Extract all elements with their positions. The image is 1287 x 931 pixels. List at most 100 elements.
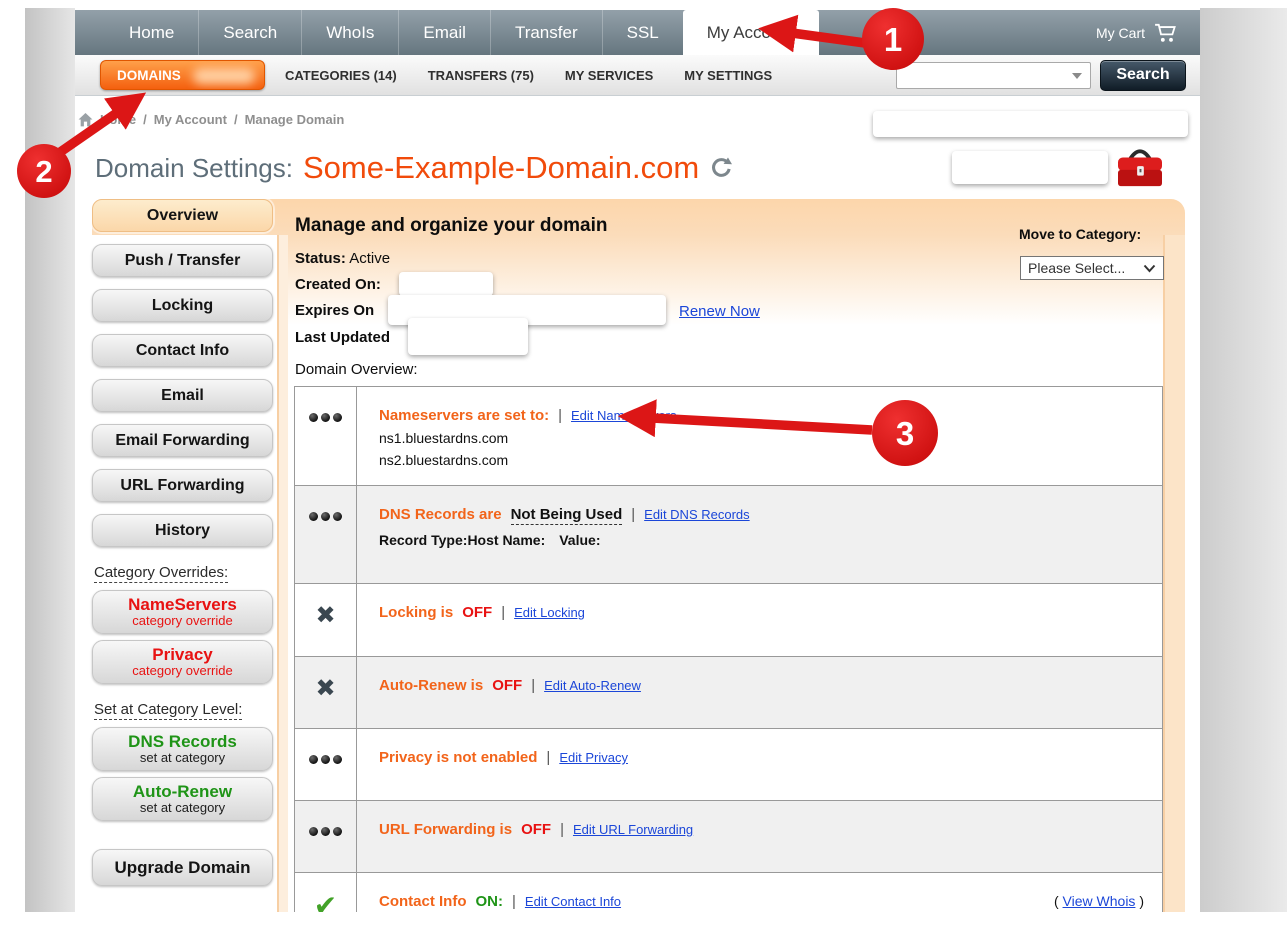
domain-overview-table: Nameservers are set to: | Edit NameServe…	[294, 386, 1163, 931]
my-cart-button[interactable]: My Cart	[1096, 10, 1200, 55]
upgrade-domain-button[interactable]: Upgrade Domain	[92, 849, 273, 886]
my-cart-label: My Cart	[1096, 25, 1145, 41]
dns-record-columns: Record Type:Host Name:Value:	[379, 532, 1146, 548]
sidebar-item-push-transfer[interactable]: Push / Transfer	[92, 244, 273, 277]
subnav-item-transfers[interactable]: TRANSFERS (75)	[417, 68, 545, 83]
tab-whois[interactable]: WhoIs	[301, 10, 398, 55]
row-icon-cell	[295, 387, 357, 485]
sidebar-item-email-forwarding[interactable]: Email Forwarding	[92, 424, 273, 457]
redaction-box	[399, 272, 493, 296]
edit-url-forwarding-link[interactable]: Edit URL Forwarding	[573, 822, 693, 837]
subnav-item-domains[interactable]: DOMAINS	[100, 60, 265, 90]
row-icon-cell	[295, 729, 357, 800]
row-status: OFF	[492, 677, 522, 694]
separator: |	[558, 407, 562, 424]
edit-auto-renew-link[interactable]: Edit Auto-Renew	[544, 678, 641, 693]
expires-line: Expires On	[295, 302, 374, 319]
sidebar-item-locking[interactable]: Locking	[92, 289, 273, 322]
search-button[interactable]: Search	[1100, 60, 1186, 91]
view-whois-link[interactable]: View Whois	[1063, 893, 1136, 909]
category-overrides-label: Category Overrides:	[94, 564, 273, 581]
row-icon-cell	[295, 486, 357, 583]
cart-icon	[1154, 23, 1178, 43]
edit-locking-link[interactable]: Edit Locking	[514, 605, 585, 620]
override-subtitle: category override	[132, 664, 232, 678]
row-title: URL Forwarding is	[379, 821, 512, 838]
separator: |	[631, 506, 635, 523]
row-icon-cell	[295, 801, 357, 872]
edit-nameservers-link[interactable]: Edit NameServers	[571, 408, 676, 423]
tab-ssl[interactable]: SSL	[602, 10, 683, 55]
row-status: OFF	[521, 821, 551, 838]
table-row-dns-records: DNS Records are Not Being Used | Edit DN…	[295, 485, 1162, 583]
table-row-locking: Locking is OFF | Edit Locking	[295, 583, 1162, 656]
search-input[interactable]	[900, 64, 1068, 87]
redaction-box	[952, 151, 1108, 184]
category-subtitle: set at category	[140, 801, 225, 815]
override-title: Privacy	[152, 646, 213, 665]
override-subtitle: category override	[132, 614, 232, 628]
account-subnav: DOMAINS CATEGORIES (14) TRANSFERS (75) M…	[75, 55, 1200, 96]
row-title: Privacy is not enabled	[379, 749, 537, 766]
edit-contact-info-link[interactable]: Edit Contact Info	[525, 894, 621, 909]
table-row-nameservers: Nameservers are set to: | Edit NameServe…	[295, 387, 1162, 485]
separator: |	[531, 677, 535, 694]
edit-dns-records-link[interactable]: Edit DNS Records	[644, 507, 749, 522]
breadcrumb-current: Manage Domain	[245, 112, 345, 127]
category-subtitle: set at category	[140, 751, 225, 765]
table-row-url-forwarding: URL Forwarding is OFF | Edit URL Forward…	[295, 800, 1162, 872]
main-heading: Manage and organize your domain	[295, 215, 608, 237]
domain-name: Some-Example-Domain.com	[303, 150, 699, 186]
domains-label: DOMAINS	[117, 68, 181, 83]
created-label: Created On:	[295, 276, 381, 293]
breadcrumb-separator: /	[143, 112, 147, 127]
sidebar-item-dns-records-category[interactable]: DNS Records set at category	[92, 727, 273, 771]
row-status: ON:	[476, 893, 504, 910]
toolbox-icon[interactable]	[1115, 146, 1165, 190]
combobox-dropdown-icon[interactable]	[1072, 73, 1082, 79]
tab-transfer[interactable]: Transfer	[490, 10, 602, 55]
dots-icon	[308, 413, 344, 422]
category-select[interactable]: Please Select...	[1020, 256, 1164, 280]
dots-icon	[308, 512, 344, 521]
home-icon	[78, 113, 93, 127]
subnav-item-categories[interactable]: CATEGORIES (14)	[274, 68, 408, 83]
breadcrumb-home[interactable]: Home	[100, 112, 136, 127]
cross-icon	[315, 676, 335, 700]
right-gray-margin	[1200, 8, 1287, 912]
sidebar-item-overview[interactable]: Overview	[92, 199, 273, 232]
edit-privacy-link[interactable]: Edit Privacy	[559, 750, 628, 765]
sidebar-item-history[interactable]: History	[92, 514, 273, 547]
sidebar-item-contact-info[interactable]: Contact Info	[92, 334, 273, 367]
status-label: Status:	[295, 250, 346, 267]
row-title: Auto-Renew is	[379, 677, 483, 694]
updated-line: Last Updated	[295, 329, 390, 346]
set-at-category-label: Set at Category Level:	[94, 701, 273, 718]
renew-now-link[interactable]: Renew Now	[679, 303, 760, 320]
nameserver-value: ns1.bluestardns.com	[379, 430, 1146, 446]
panel-right-border	[1163, 235, 1185, 912]
tab-email[interactable]: Email	[398, 10, 490, 55]
tab-my-account[interactable]: My Account	[683, 10, 819, 55]
dots-icon	[308, 827, 344, 836]
created-line: Created On:	[295, 276, 381, 293]
view-whois-wrap: ( View Whois )	[1054, 893, 1144, 909]
cross-icon	[315, 603, 335, 627]
row-title: Nameservers are set to:	[379, 407, 549, 424]
row-title: DNS Records are	[379, 506, 502, 523]
sidebar-item-url-forwarding[interactable]: URL Forwarding	[92, 469, 273, 502]
subnav-item-my-services[interactable]: MY SERVICES	[554, 68, 664, 83]
sidebar-item-auto-renew-category[interactable]: Auto-Renew set at category	[92, 777, 273, 821]
left-gray-margin	[25, 8, 75, 912]
subnav-item-my-settings[interactable]: MY SETTINGS	[673, 68, 783, 83]
search-combobox[interactable]	[896, 62, 1091, 89]
breadcrumb-my-account[interactable]: My Account	[154, 112, 227, 127]
page-title: Domain Settings: Some-Example-Domain.com	[95, 150, 732, 186]
page: Home Search WhoIs Email Transfer SSL My …	[0, 0, 1287, 931]
sidebar-item-privacy-override[interactable]: Privacy category override	[92, 640, 273, 684]
tab-home[interactable]: Home	[105, 10, 198, 55]
tab-search[interactable]: Search	[198, 10, 301, 55]
refresh-icon[interactable]	[709, 157, 732, 180]
sidebar-item-nameservers-override[interactable]: NameServers category override	[92, 590, 273, 634]
sidebar-item-email[interactable]: Email	[92, 379, 273, 412]
